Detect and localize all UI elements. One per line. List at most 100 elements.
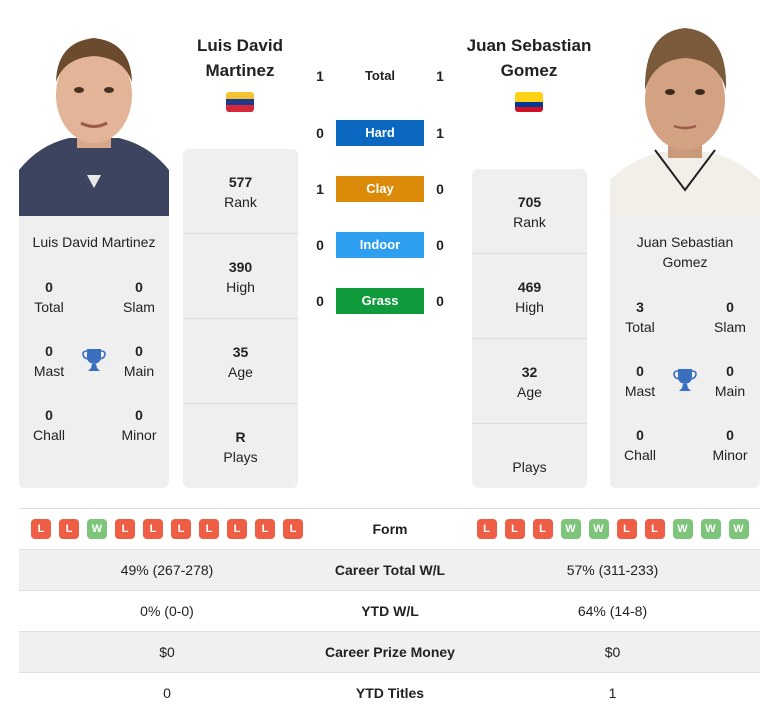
prize-money-label: Career Prize Money — [325, 644, 455, 660]
player1-titles-slam: 0 Slam — [123, 279, 155, 315]
form-loss-badge[interactable]: L — [504, 519, 525, 539]
player2-name-line1: Juan Sebastian — [466, 36, 592, 55]
player1-prize-money: $0 — [159, 644, 175, 660]
h2h-hard-row: 0 Hard 1 — [310, 120, 450, 146]
h2h-hard-right: 1 — [436, 125, 444, 141]
colombia-flag-icon — [515, 92, 543, 112]
form-loss-badge[interactable]: L — [59, 519, 79, 539]
player2-name[interactable]: Juan Sebastian Gomez — [455, 33, 603, 83]
h2h-grass-row: 0 Grass 0 — [310, 288, 450, 314]
form-loss-badge[interactable]: L — [227, 519, 247, 539]
player2-plays: Plays — [472, 423, 587, 508]
form-loss-badge[interactable]: L — [476, 519, 497, 539]
player1-career-wl: 49% (267-278) — [120, 562, 214, 578]
form-loss-badge[interactable]: L — [143, 519, 163, 539]
form-win-badge[interactable]: W — [588, 519, 609, 539]
ytd-titles-label: YTD Titles — [355, 685, 425, 701]
table-row: 0% (0-0) YTD W/L 64% (14-8) — [19, 590, 760, 631]
form-win-badge[interactable]: W — [560, 519, 581, 539]
h2h-total-left: 1 — [316, 68, 324, 84]
form-loss-badge[interactable]: L — [644, 519, 665, 539]
player2-titles-main: 0 Main — [714, 363, 746, 399]
player2-age: 32 Age — [472, 338, 587, 423]
player2-career-wl: 57% (311-233) — [566, 562, 659, 578]
h2h-indoor-row: 0 Indoor 0 — [310, 232, 450, 258]
h2h-total-row: 1 Total 1 — [310, 63, 450, 89]
form-loss-badge[interactable]: L — [31, 519, 51, 539]
ytd-wl-label: YTD W/L — [361, 603, 419, 619]
form-win-badge[interactable]: W — [87, 519, 107, 539]
career-wl-label: Career Total W/L — [334, 562, 446, 578]
h2h-grass-right: 0 — [436, 293, 444, 309]
player2-photo — [610, 20, 760, 216]
player2-ytd-titles: 1 — [608, 685, 617, 701]
player1-rank: 577 Rank — [224, 174, 257, 210]
player1-titles-total: 0 Total — [34, 279, 64, 315]
h2h-total-label: Total — [364, 68, 396, 83]
form-label: Form — [372, 521, 408, 537]
h2h-hard-left: 0 — [316, 125, 324, 141]
h2h-total-right: 1 — [436, 68, 444, 84]
surface-indoor-badge[interactable]: Indoor — [336, 232, 424, 258]
player1-titles-minor: 0 Minor — [121, 407, 157, 443]
table-row: $0 Career Prize Money $0 — [19, 631, 760, 672]
h2h-indoor-left: 0 — [316, 237, 324, 253]
surface-clay-badge[interactable]: Clay — [336, 176, 424, 202]
player1-age: 35 Age — [183, 318, 298, 403]
player1-name[interactable]: Luis David Martinez — [180, 33, 300, 83]
player2-high: 469 High — [472, 253, 587, 338]
h2h-grass-left: 0 — [316, 293, 324, 309]
player1-name-line2: Martinez — [205, 61, 275, 80]
player1-titles-chall: 0 Chall — [33, 407, 65, 443]
form-win-badge[interactable]: W — [728, 519, 749, 539]
player1-ytd-titles: 0 — [163, 685, 171, 701]
player2-titles-total: 3 Total — [625, 299, 655, 335]
venezuela-flag-icon — [226, 92, 254, 112]
form-loss-badge[interactable]: L — [532, 519, 553, 539]
player1-ytd-wl: 0% (0-0) — [140, 603, 194, 619]
player2-titles-chall: 0 Chall — [624, 427, 656, 463]
player2-titles-card: Juan Sebastian Gomez 3 Total 0 Slam 0 Mast … — [610, 216, 760, 488]
form-win-badge[interactable]: W — [700, 519, 721, 539]
h2h-clay-row: 1 Clay 0 — [310, 176, 450, 202]
player1-form: LLWLLLLLLL — [19, 519, 315, 539]
table-row: 0 YTD Titles 1 — [19, 672, 760, 713]
player1-photo — [19, 20, 169, 216]
player2-card-name-line1: Juan Sebastian — [636, 234, 734, 250]
h2h-indoor-right: 0 — [436, 237, 444, 253]
player1-titles-card: Luis David Martinez 0 Total 0 Slam 0 Mast 0… — [19, 216, 169, 488]
trophy-icon — [82, 347, 106, 373]
form-loss-badge[interactable]: L — [616, 519, 637, 539]
player1-high: 390 High — [183, 233, 298, 318]
form-win-badge[interactable]: W — [672, 519, 693, 539]
player2-prize-money: $0 — [604, 644, 621, 660]
player1-name-line1: Luis David — [197, 36, 283, 55]
player2-card-name-line2: Gomez — [662, 254, 708, 270]
player2-titles-mast: 0 Mast — [624, 363, 656, 399]
player1-titles-main: 0 Main — [123, 343, 155, 379]
form-loss-badge[interactable]: L — [255, 519, 275, 539]
player2-titles-slam: 0 Slam — [714, 299, 746, 335]
player1-plays: R Plays — [183, 403, 298, 488]
player2-rank: 705 Rank — [513, 194, 546, 230]
table-row: 49% (267-278) Career Total W/L 57% (311-… — [19, 549, 760, 590]
h2h-clay-right: 0 — [436, 181, 444, 197]
player2-ytd-wl: 64% (14-8) — [577, 603, 648, 619]
player2-name-line2: Gomez — [500, 61, 558, 80]
form-row: LLWLLLLLLL Form LLLWWLLWWW — [19, 508, 760, 549]
player1-stats-card: 577 Rank 390 High 35 Age R Plays — [183, 149, 298, 488]
form-loss-badge[interactable]: L — [171, 519, 191, 539]
surface-hard-badge[interactable]: Hard — [336, 120, 424, 146]
player2-form: LLLWWLLWWW — [465, 519, 760, 539]
player2-stats-card: 705 Rank 469 High 32 Age Plays — [472, 169, 587, 488]
h2h-clay-left: 1 — [316, 181, 324, 197]
trophy-icon — [673, 367, 697, 393]
comparison-table: LLWLLLLLLL Form LLLWWLLWWW 49% (267-278)… — [19, 508, 760, 713]
surface-grass-badge[interactable]: Grass — [336, 288, 424, 314]
player2-titles-minor: 0 Minor — [712, 427, 748, 463]
player1-card-name: Luis David Martinez — [32, 234, 156, 250]
form-loss-badge[interactable]: L — [115, 519, 135, 539]
form-loss-badge[interactable]: L — [199, 519, 219, 539]
form-loss-badge[interactable]: L — [283, 519, 303, 539]
player1-titles-mast: 0 Mast — [33, 343, 65, 379]
